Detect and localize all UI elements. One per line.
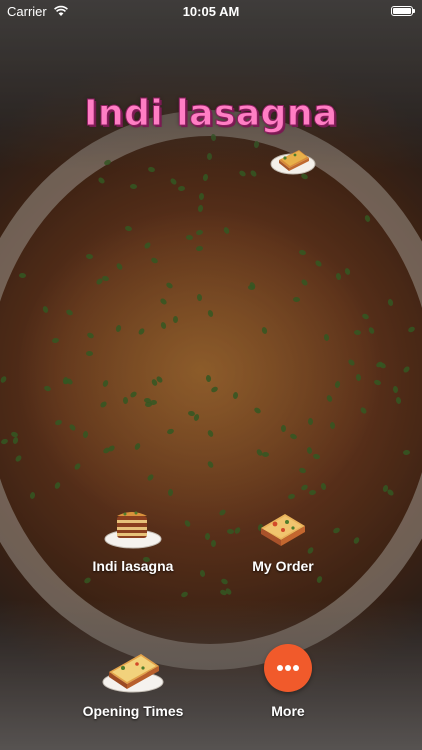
menu-item-more[interactable]: More bbox=[213, 643, 363, 719]
menu-item-my-order[interactable]: My Order bbox=[208, 504, 358, 574]
more-dots-icon bbox=[285, 665, 291, 671]
more-dots-icon bbox=[293, 665, 299, 671]
lasagna-slice-icon bbox=[261, 514, 305, 546]
app-title: Indi lasagna bbox=[84, 93, 338, 135]
status-bar: Carrier 10:05 AM bbox=[0, 0, 422, 22]
more-button[interactable] bbox=[264, 644, 312, 692]
menu-item-opening-times[interactable]: Opening Times bbox=[58, 643, 208, 719]
clock: 10:05 AM bbox=[182, 4, 240, 19]
app-screen: Carrier 10:05 AM Indi lasagna Indi lasag… bbox=[0, 0, 422, 750]
more-dots-icon bbox=[277, 665, 283, 671]
menu-label-opening-times: Opening Times bbox=[82, 703, 184, 719]
menu-label-more: More bbox=[271, 703, 305, 719]
lasagna-logo-icon bbox=[270, 150, 316, 175]
lasagna-dish-icon bbox=[102, 654, 164, 693]
battery-icon bbox=[391, 6, 415, 16]
menu-item-indi-lasagna[interactable]: Indi lasagna bbox=[58, 504, 208, 574]
menu-label-my-order: My Order bbox=[252, 558, 314, 574]
menu-label-indi-lasagna: Indi lasagna bbox=[92, 558, 174, 574]
lasagna-plate-icon bbox=[104, 511, 162, 549]
